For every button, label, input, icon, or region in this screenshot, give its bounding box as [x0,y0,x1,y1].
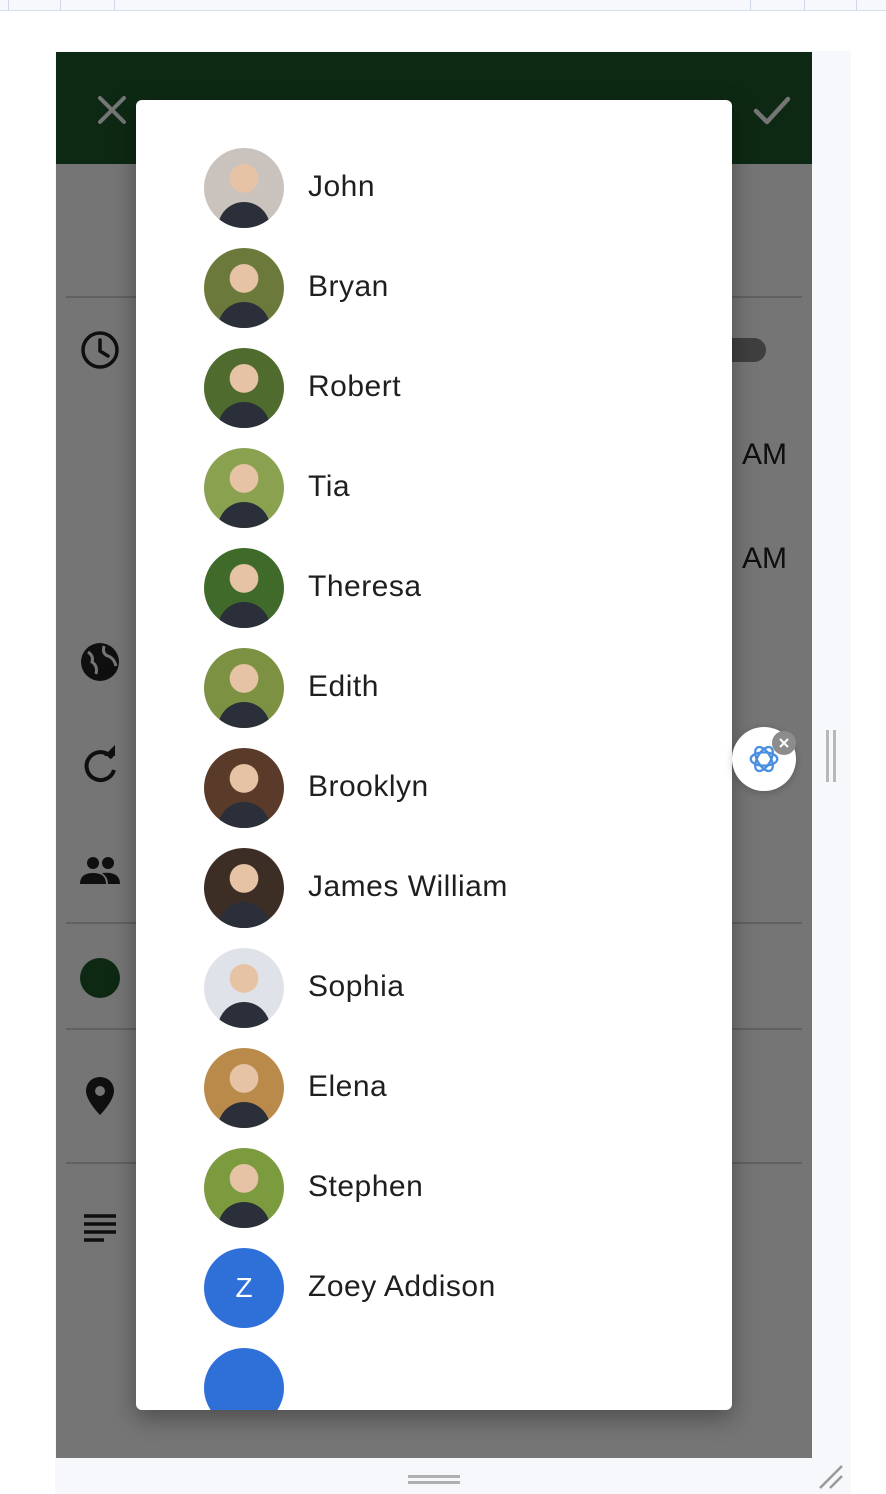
avatar-silhouette [218,602,270,628]
person-name: Theresa [308,570,422,603]
person-name: Stephen [308,1170,424,1203]
person-list-item[interactable]: Elena [136,1048,732,1148]
avatar-silhouette [218,302,270,328]
person-name: Zoey Addison [308,1270,496,1303]
avatar-silhouette [218,502,270,528]
avatar-silhouette [218,1202,270,1228]
person-list-item[interactable]: Robert [136,348,732,448]
ruler-tick [804,0,805,10]
person-list-item[interactable]: Edith [136,648,732,748]
avatar-photo [204,248,284,328]
person-list-item[interactable]: John [136,148,732,248]
avatar-silhouette [218,902,270,928]
ruler-tick [856,0,857,10]
person-list-item[interactable]: Tia [136,448,732,548]
avatar-photo [204,548,284,628]
person-list-item[interactable]: Sophia [136,948,732,1048]
avatar-photo [204,648,284,728]
avatar-photo [204,848,284,928]
person-list-item[interactable]: Bryan [136,248,732,348]
person-list-item[interactable] [136,1348,732,1410]
people-list: John Bryan Robert Tia Theresa Edith Brooklyn Ja… [136,148,732,1410]
person-name: James William [308,870,508,903]
assistant-close-button[interactable] [772,731,796,755]
top-ruler [0,0,886,11]
avatar-photo [204,448,284,528]
avatar-initial [204,1348,284,1410]
avatar-letter: Z [235,1272,253,1303]
avatar-silhouette [218,1102,270,1128]
avatar-initial: Z [204,1248,284,1328]
avatar-photo [204,348,284,428]
resize-grip-icon[interactable] [818,1464,844,1490]
person-list-item[interactable]: Theresa [136,548,732,648]
avatar-photo [204,1048,284,1128]
avatar-silhouette [218,402,270,428]
ruler-tick [750,0,751,10]
avatar-photo [204,748,284,828]
avatar-silhouette [218,702,270,728]
avatar-silhouette [218,802,270,828]
person-list-item[interactable]: James William [136,848,732,948]
avatar-silhouette [218,202,270,228]
avatar-silhouette [218,1002,270,1028]
person-name: Elena [308,1070,388,1103]
side-drag-handle[interactable] [824,730,838,782]
ruler-tick [114,0,115,10]
person-list-item[interactable]: Stephen [136,1148,732,1248]
avatar-photo [204,148,284,228]
people-picker-dialog: John Bryan Robert Tia Theresa Edith Brooklyn Ja… [136,100,732,1410]
person-name: John [308,170,376,203]
bottom-drag-handle[interactable] [408,1472,460,1486]
person-name: Tia [308,470,351,503]
person-name: Sophia [308,970,405,1003]
person-list-item[interactable]: Brooklyn [136,748,732,848]
close-icon [779,738,789,748]
ruler-tick [60,0,61,10]
person-name: Brooklyn [308,770,429,803]
ruler-tick [8,0,9,10]
avatar-photo [204,1148,284,1228]
person-name: Edith [308,670,379,703]
person-list-item[interactable]: Z Zoey Addison [136,1248,732,1348]
person-name: Bryan [308,270,389,303]
person-name: Robert [308,370,402,403]
avatar-photo [204,948,284,1028]
